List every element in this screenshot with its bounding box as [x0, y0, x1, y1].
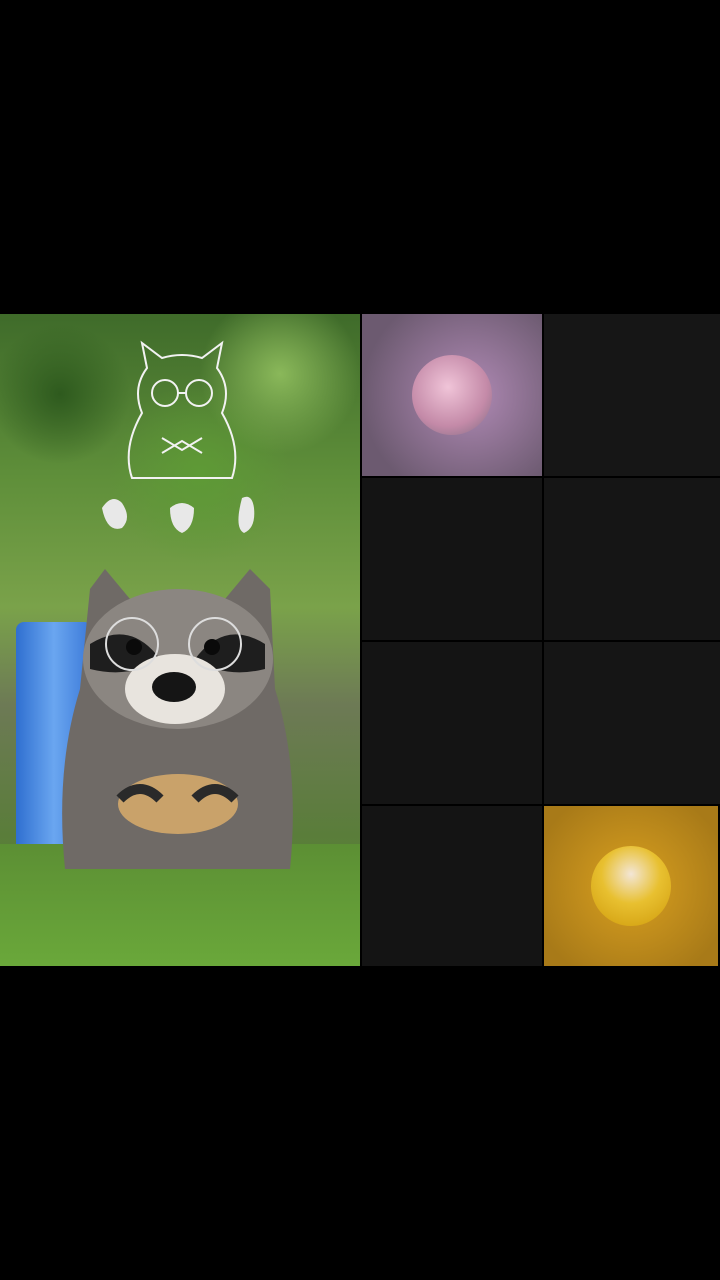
participant-tile-4[interactable]	[544, 478, 720, 640]
participant-tile-2[interactable]	[544, 314, 720, 476]
gesture-hints	[102, 496, 255, 533]
participant-tile-5[interactable]	[362, 642, 542, 804]
participant-tile-6[interactable]	[544, 642, 720, 804]
self-video-tile[interactable]	[0, 314, 360, 966]
video-call-grid	[0, 314, 720, 966]
participant-tile-3[interactable]	[362, 478, 542, 640]
participant-tile-8[interactable]	[544, 806, 718, 966]
participant-tile-1[interactable]	[362, 314, 542, 476]
participant-avatar	[591, 846, 671, 926]
participant-tile-7[interactable]	[362, 806, 542, 966]
raccoon-face-effect	[62, 569, 293, 869]
raccoon-mask-icon	[102, 340, 255, 533]
participant-avatar	[412, 355, 492, 435]
